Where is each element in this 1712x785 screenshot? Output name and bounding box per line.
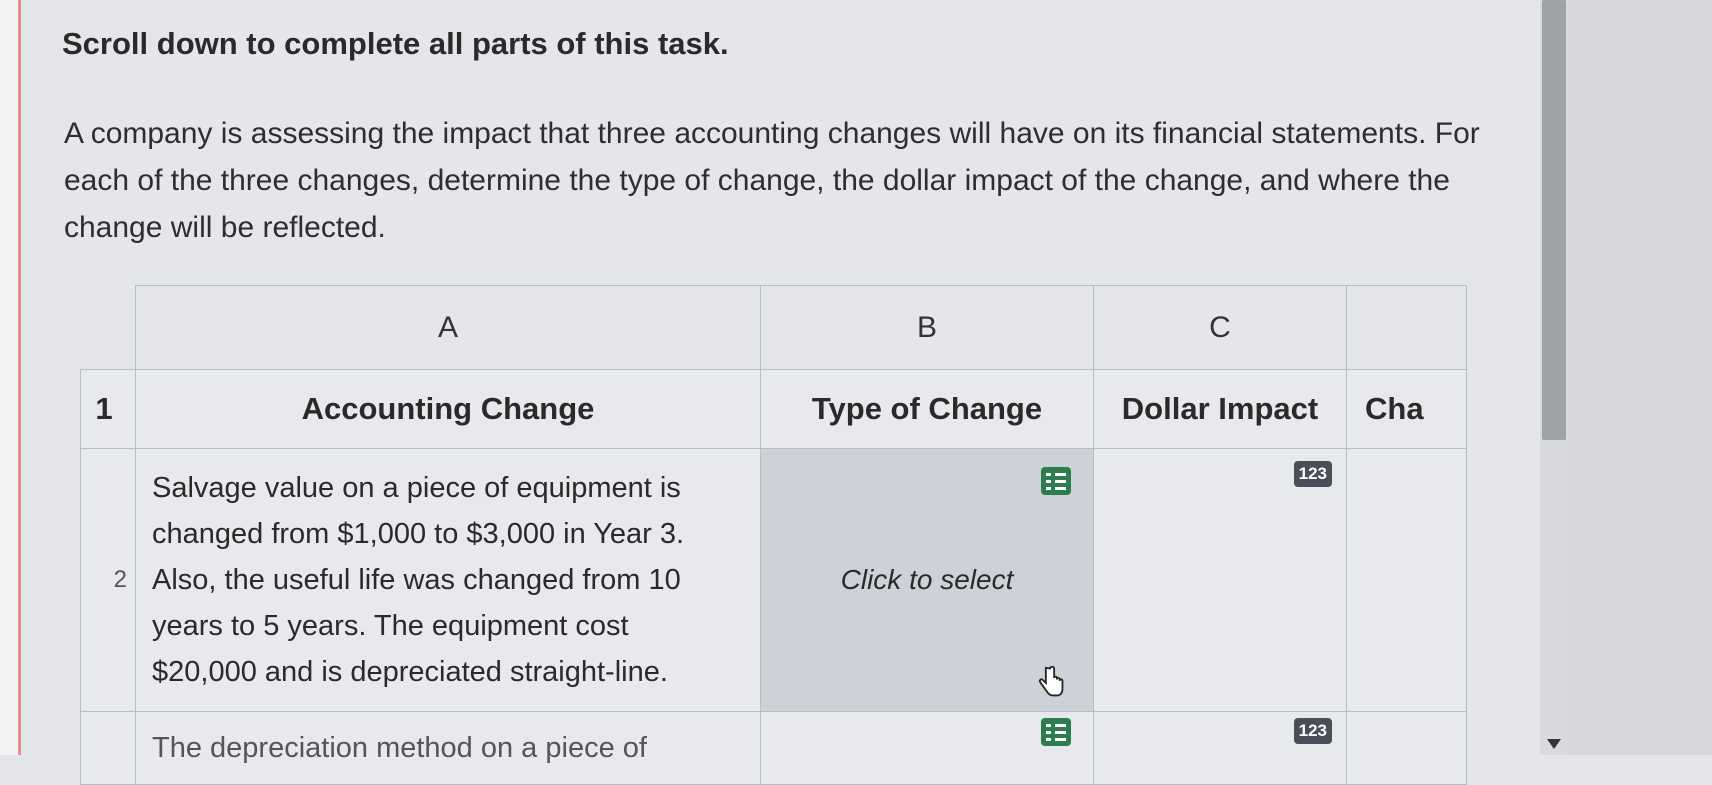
- column-letter-c: C: [1093, 285, 1347, 370]
- header-dollar-impact: Dollar Impact: [1093, 369, 1347, 449]
- column-letter-a: A: [135, 285, 761, 370]
- answer-grid: A B C 1 Accounting Change Type of Change…: [80, 285, 1467, 785]
- header-type-of-change: Type of Change: [760, 369, 1094, 449]
- accounting-change-description: The depreciation method on a piece of: [135, 711, 761, 785]
- right-margin: [1568, 0, 1712, 755]
- vertical-scrollbar[interactable]: [1540, 0, 1568, 755]
- scrollbar-thumb[interactable]: [1542, 0, 1566, 440]
- column-letter-d: [1346, 285, 1467, 370]
- change-reflected-cell[interactable]: [1346, 711, 1467, 785]
- grid-corner: [80, 285, 136, 370]
- row-number: 2: [80, 448, 136, 712]
- scroll-down-arrow-icon[interactable]: [1547, 739, 1561, 749]
- instruction-heading: Scroll down to complete all parts of thi…: [62, 26, 729, 61]
- row-number: 1: [80, 369, 136, 449]
- header-row: 1 Accounting Change Type of Change Dolla…: [80, 369, 1467, 449]
- dollar-impact-input[interactable]: 123: [1093, 448, 1347, 712]
- header-accounting-change: Accounting Change: [135, 369, 761, 449]
- hand-pointer-icon: [1038, 666, 1064, 697]
- change-reflected-cell[interactable]: [1346, 448, 1467, 712]
- table-row: The depreciation method on a piece of 12…: [80, 711, 1467, 785]
- left-panel-edge: [0, 0, 21, 755]
- select-placeholder: Click to select: [840, 564, 1014, 595]
- number-input-icon: 123: [1293, 461, 1332, 487]
- list-select-icon[interactable]: [1041, 467, 1071, 495]
- number-input-icon: 123: [1293, 718, 1332, 744]
- list-select-icon[interactable]: [1041, 718, 1071, 746]
- dollar-impact-input[interactable]: 123: [1093, 711, 1347, 785]
- type-of-change-select[interactable]: Click to select: [760, 448, 1094, 712]
- column-letter-row: A B C: [80, 285, 1467, 370]
- type-of-change-select[interactable]: [760, 711, 1094, 785]
- table-row: 2 Salvage value on a piece of equipment …: [80, 448, 1467, 712]
- row-number: [80, 711, 136, 785]
- accounting-change-description: Salvage value on a piece of equipment is…: [135, 448, 761, 712]
- task-prompt: A company is assessing the impact that t…: [64, 117, 1480, 244]
- header-change-reflected: Cha: [1346, 369, 1467, 449]
- column-letter-b: B: [760, 285, 1094, 370]
